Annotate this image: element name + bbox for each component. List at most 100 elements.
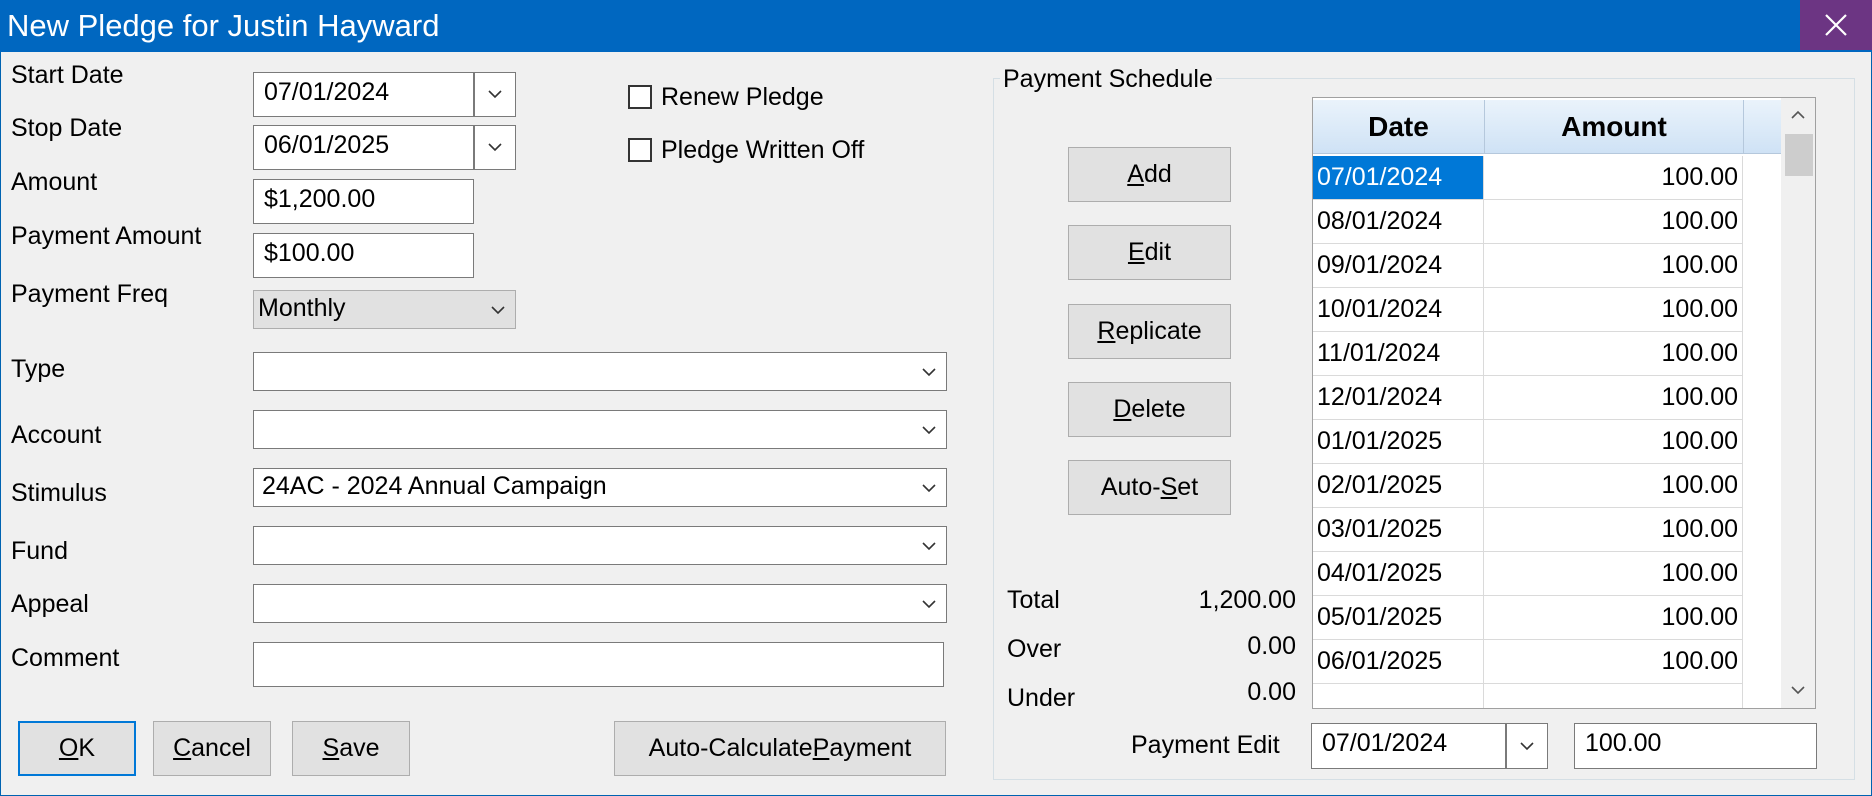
row-date-cell[interactable]: 11/01/2024 <box>1313 332 1484 375</box>
row-amount-cell[interactable]: 100.00 <box>1484 200 1743 243</box>
autocalc-label-pre: Auto-Calculate <box>648 734 813 762</box>
ok-button[interactable]: OK <box>18 721 136 776</box>
table-row[interactable]: 03/01/2025 100.00 <box>1313 508 1743 552</box>
comment-field[interactable] <box>253 642 944 687</box>
grid-scrollbar[interactable] <box>1781 98 1815 708</box>
start-date-dropdown[interactable] <box>474 72 516 117</box>
fund-select[interactable] <box>253 526 947 565</box>
row-amount-cell[interactable]: 100.00 <box>1484 376 1743 419</box>
row-date-cell[interactable]: 12/01/2024 <box>1313 376 1484 419</box>
replicate-payment-button[interactable]: Replicate <box>1068 304 1231 359</box>
close-button[interactable] <box>1800 0 1872 50</box>
row-date-cell[interactable]: 09/01/2024 <box>1313 244 1484 287</box>
row-amount-cell[interactable]: 100.00 <box>1484 640 1743 683</box>
row-amount-cell[interactable]: 100.00 <box>1484 288 1743 331</box>
over-value: 0.00 <box>1247 632 1296 660</box>
payment-edit-date-dropdown[interactable] <box>1506 723 1548 769</box>
row-date-cell[interactable]: 06/01/2025 <box>1313 640 1484 683</box>
payment-freq-select[interactable]: Monthly <box>253 290 516 329</box>
empty-date-cell[interactable] <box>1313 684 1484 708</box>
stimulus-select[interactable]: 24AC - 2024 Annual Campaign <box>253 468 947 507</box>
add-payment-button[interactable]: Add <box>1068 147 1231 202</box>
renew-pledge-label[interactable]: Renew Pledge <box>661 82 824 112</box>
payment-edit-date-field[interactable]: 07/01/2024 <box>1311 723 1506 769</box>
table-row[interactable]: 04/01/2025 100.00 <box>1313 552 1743 596</box>
pledge-written-off-label[interactable]: Pledge Written Off <box>661 135 864 165</box>
title-bar: New Pledge for Justin Hayward <box>0 0 1872 52</box>
under-value: 0.00 <box>1247 678 1296 706</box>
amount-field[interactable]: $1,200.00 <box>253 179 474 224</box>
row-amount-cell[interactable]: 100.00 <box>1484 596 1743 639</box>
payment-schedule-label: Payment Schedule <box>1000 64 1216 94</box>
stimulus-label: Stimulus <box>11 479 107 507</box>
payment-edit-label: Payment Edit <box>1131 731 1280 759</box>
table-row[interactable]: 09/01/2024 100.00 <box>1313 244 1743 288</box>
table-row[interactable]: 12/01/2024 100.00 <box>1313 376 1743 420</box>
renew-pledge-checkbox[interactable] <box>628 85 652 109</box>
start-date-field[interactable]: 07/01/2024 <box>253 72 474 117</box>
edit-payment-button[interactable]: Edit <box>1068 225 1231 280</box>
table-row[interactable]: 01/01/2025 100.00 <box>1313 420 1743 464</box>
chevron-down-icon <box>491 306 505 315</box>
table-row[interactable]: 02/01/2025 100.00 <box>1313 464 1743 508</box>
scroll-down-arrow-icon[interactable] <box>1791 686 1805 695</box>
comment-label: Comment <box>11 644 120 672</box>
autoset-label-pre: Auto- <box>1100 473 1161 501</box>
empty-amount-cell[interactable] <box>1484 684 1743 708</box>
scroll-up-arrow-icon[interactable] <box>1791 110 1805 119</box>
row-amount-cell[interactable]: 100.00 <box>1484 420 1743 463</box>
auto-calculate-payment-button[interactable]: Auto-Calculate Payment <box>614 721 946 776</box>
grid-header-filler <box>1744 100 1784 154</box>
grid-header-amount[interactable]: Amount <box>1485 100 1744 154</box>
type-select[interactable] <box>253 352 947 391</box>
table-row[interactable]: 08/01/2024 100.00 <box>1313 200 1743 244</box>
close-icon <box>1825 14 1847 36</box>
auto-set-button[interactable]: Auto-Set <box>1068 460 1231 515</box>
cancel-button[interactable]: Cancel <box>153 721 271 776</box>
save-mnemonic: S <box>322 734 340 762</box>
stop-date-dropdown[interactable] <box>474 125 516 170</box>
stop-date-field[interactable]: 06/01/2025 <box>253 125 474 170</box>
row-amount-cell[interactable]: 100.00 <box>1484 464 1743 507</box>
row-date-cell[interactable]: 08/01/2024 <box>1313 200 1484 243</box>
empty-row[interactable] <box>1313 684 1743 708</box>
payment-edit-amount-field[interactable]: 100.00 <box>1574 723 1817 769</box>
add-mnemonic: A <box>1127 160 1144 188</box>
payment-amount-field[interactable]: $100.00 <box>253 233 474 278</box>
grid-header-date[interactable]: Date <box>1313 100 1485 154</box>
table-row[interactable]: 07/01/2024 100.00 <box>1313 156 1743 200</box>
table-row[interactable]: 10/01/2024 100.00 <box>1313 288 1743 332</box>
scrollbar-thumb[interactable] <box>1785 134 1813 176</box>
table-row[interactable]: 06/01/2025 100.00 <box>1313 640 1743 684</box>
ok-label: K <box>78 734 96 762</box>
row-amount-cell[interactable]: 100.00 <box>1484 508 1743 551</box>
start-date-label: Start Date <box>11 61 124 89</box>
row-date-cell[interactable]: 03/01/2025 <box>1313 508 1484 551</box>
delete-mnemonic: D <box>1113 395 1132 423</box>
chevron-down-icon <box>922 600 936 609</box>
table-row[interactable]: 05/01/2025 100.00 <box>1313 596 1743 640</box>
chevron-down-icon <box>488 143 502 152</box>
pledge-written-off-checkbox[interactable] <box>628 138 652 162</box>
row-amount-cell[interactable]: 100.00 <box>1484 244 1743 287</box>
row-amount-cell[interactable]: 100.00 <box>1484 156 1743 199</box>
row-date-cell[interactable]: 10/01/2024 <box>1313 288 1484 331</box>
payment-schedule-grid[interactable]: Date Amount 07/01/2024 100.00 08/01/2024 10… <box>1312 97 1816 709</box>
delete-payment-button[interactable]: Delete <box>1068 382 1231 437</box>
row-amount-cell[interactable]: 100.00 <box>1484 552 1743 595</box>
autoset-label-post: et <box>1177 473 1199 501</box>
table-row[interactable]: 11/01/2024 100.00 <box>1313 332 1743 376</box>
save-button[interactable]: Save <box>292 721 410 776</box>
row-amount-cell[interactable]: 100.00 <box>1484 332 1743 375</box>
type-label: Type <box>11 355 66 383</box>
appeal-select[interactable] <box>253 584 947 623</box>
account-select[interactable] <box>253 410 947 449</box>
row-date-cell[interactable]: 07/01/2024 <box>1313 156 1484 199</box>
row-date-cell[interactable]: 01/01/2025 <box>1313 420 1484 463</box>
chevron-down-icon <box>922 426 936 435</box>
row-date-cell[interactable]: 02/01/2025 <box>1313 464 1484 507</box>
account-label: Account <box>11 421 102 449</box>
row-date-cell[interactable]: 05/01/2025 <box>1313 596 1484 639</box>
save-label: ave <box>339 734 380 762</box>
row-date-cell[interactable]: 04/01/2025 <box>1313 552 1484 595</box>
